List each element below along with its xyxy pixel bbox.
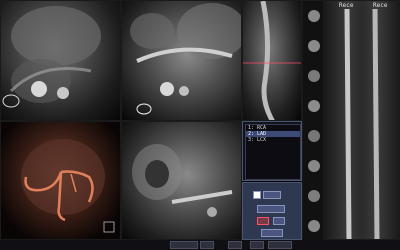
taskbar-button-1[interactable] [170, 241, 198, 249]
cross-section-thumbnails [308, 10, 320, 232]
vessel-list[interactable]: 1: RCA 2: LAD 3: LCX [245, 124, 301, 180]
straightened-header-left: Rece [339, 2, 354, 9]
tool-button-6[interactable] [261, 229, 283, 237]
taskbar-button-5[interactable] [268, 241, 292, 249]
viewport-3d-render[interactable] [0, 121, 121, 240]
taskbar-button-3[interactable] [228, 241, 242, 249]
viewport-axial-2[interactable] [121, 0, 242, 121]
curved-reformat-top-anatomy [243, 1, 301, 120]
aorta-cross-section [31, 81, 47, 97]
taskbar-button-2[interactable] [200, 241, 214, 249]
straightened-header-right: Rece [373, 2, 388, 9]
control-panel: 1: RCA 2: LAD 3: LCX [242, 121, 302, 181]
axial-3-anatomy [132, 144, 233, 217]
tool-button-2[interactable] [263, 191, 281, 199]
tool-button-5[interactable] [273, 217, 285, 225]
orientation-cube-icon [103, 221, 115, 233]
straightened-vessel-anatomy [344, 8, 380, 239]
tool-panel [242, 182, 302, 240]
taskbar-button-4[interactable] [250, 241, 264, 249]
viewport-axial-1[interactable] [0, 0, 121, 121]
viewport-straightened-vessel[interactable]: Rece Rece [324, 0, 400, 240]
axial-2-anatomy [130, 3, 241, 115]
viewport-axial-3[interactable] [121, 121, 242, 240]
axial-1-anatomy [2, 6, 101, 108]
viewport-curved-reformat-top[interactable] [242, 0, 302, 121]
cross-section-strip[interactable] [302, 0, 324, 250]
vessel-list-item-lcx[interactable]: 3: LCX [246, 137, 300, 143]
tool-button-1[interactable] [253, 191, 261, 199]
3d-coronary-tree [21, 139, 115, 233]
tool-button-4[interactable] [257, 217, 269, 225]
tool-button-3[interactable] [257, 205, 285, 213]
